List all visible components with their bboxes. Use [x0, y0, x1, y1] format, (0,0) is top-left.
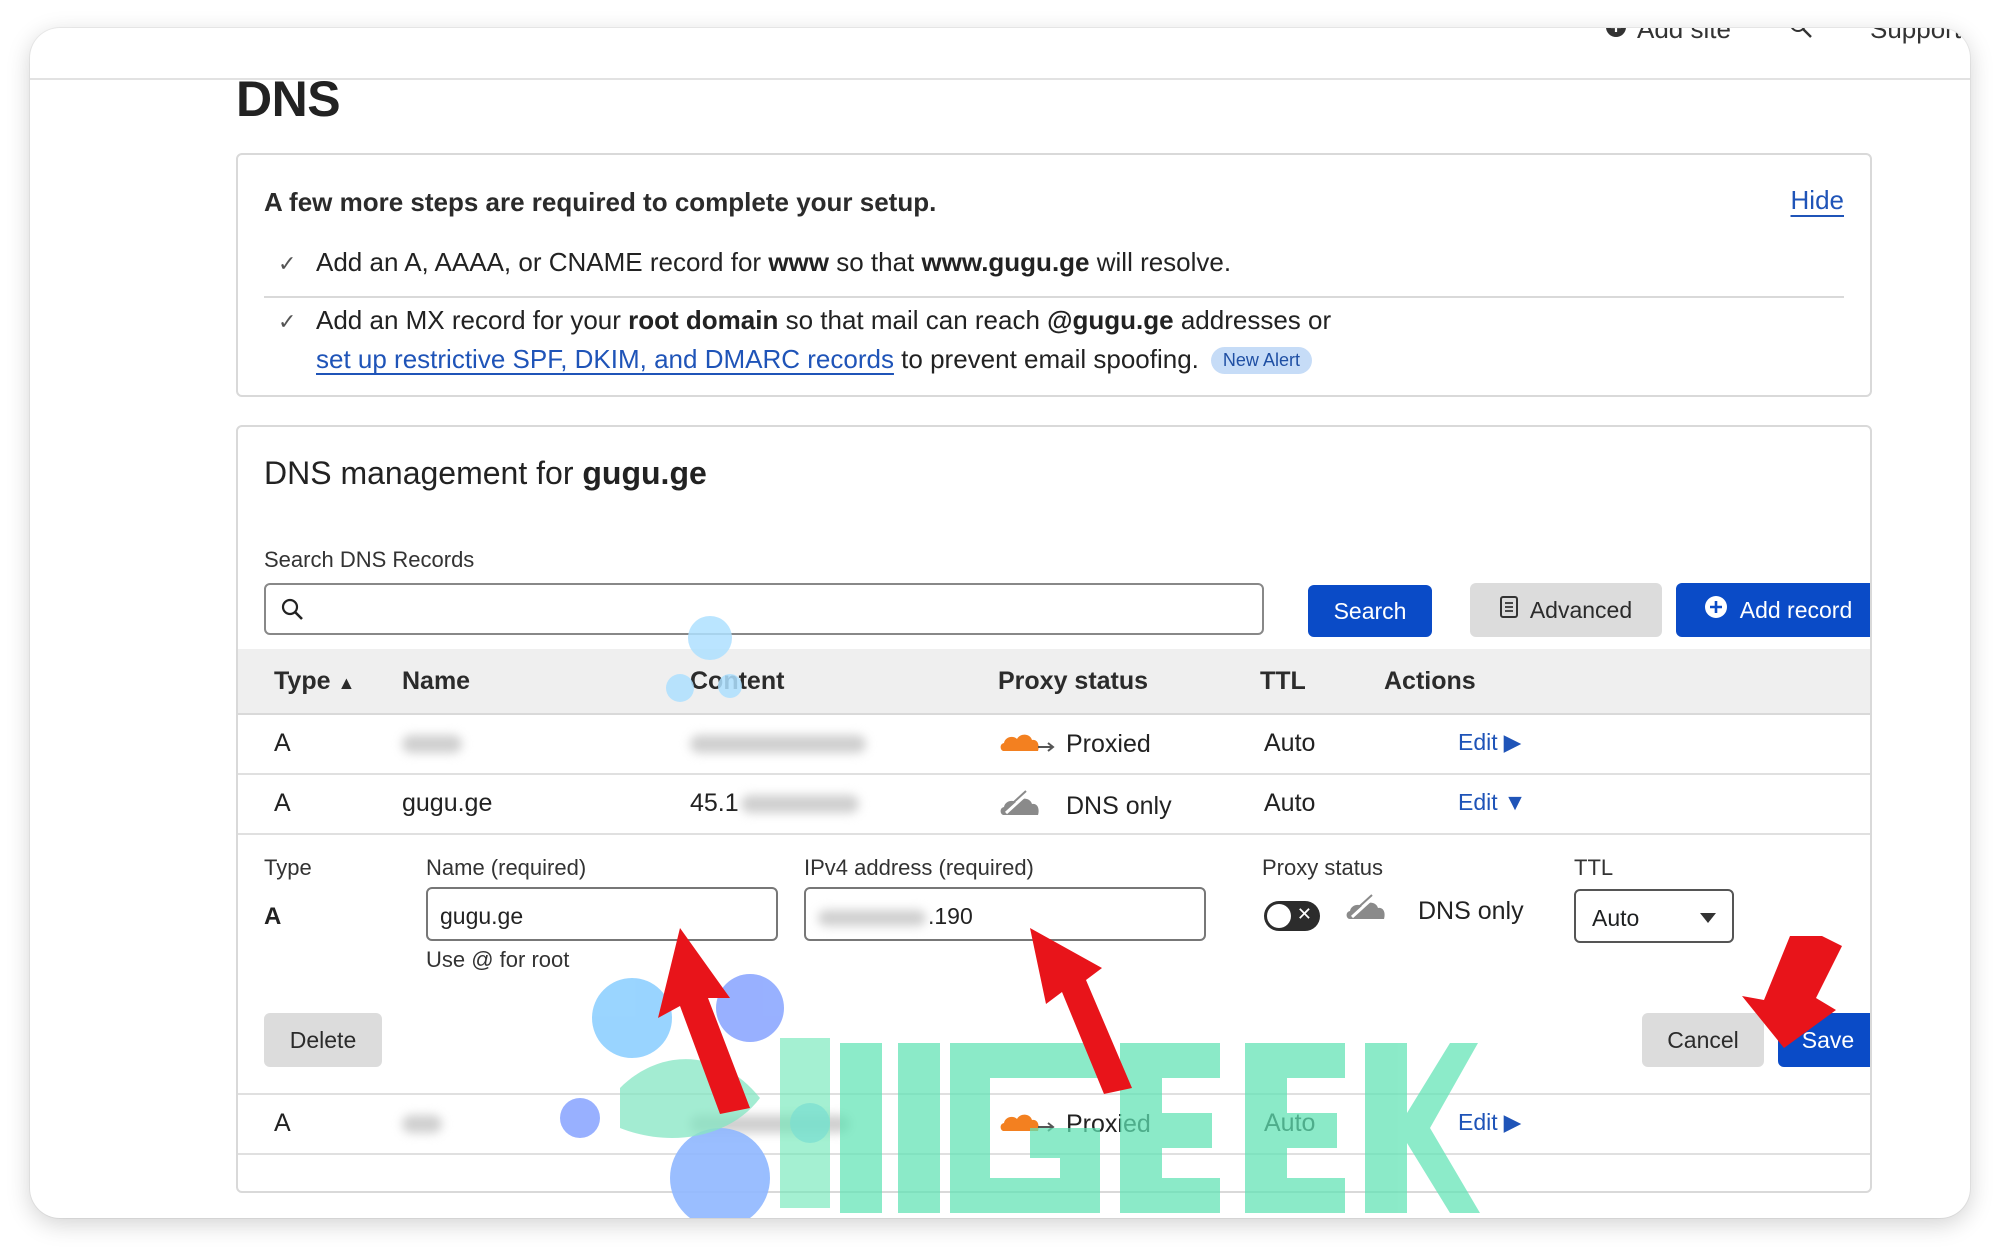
dns-management-title: DNS management for gugu.ge [264, 455, 707, 491]
check-icon: ✓ [278, 251, 297, 276]
column-proxy-status[interactable]: Proxy status [998, 667, 1148, 696]
record-proxy-status: Proxied [998, 1109, 1151, 1142]
type-label: Type [264, 855, 312, 880]
delete-button[interactable]: Delete [264, 1013, 382, 1067]
table-row: A Proxied Auto Edit ▶ [238, 715, 1870, 775]
record-name-redacted [402, 729, 462, 758]
search-button[interactable]: Search [1308, 585, 1432, 637]
proxied-cloud-icon [998, 729, 1056, 762]
dns-only-cloud-icon [1344, 891, 1400, 928]
proxy-toggle[interactable]: ✕ [1264, 901, 1320, 931]
table-row: A gugu.ge 45.1 DNS only Auto Edit ▼ [238, 775, 1870, 835]
proxied-cloud-icon [998, 1109, 1056, 1142]
ipv4-field[interactable]: .190 [804, 887, 1206, 941]
record-proxy-status: Proxied [998, 729, 1151, 762]
plus-circle-icon [1704, 595, 1728, 625]
record-type: A [274, 789, 291, 817]
proxy-status-label: Proxy status [1262, 855, 1384, 880]
record-ttl: Auto [1264, 1109, 1316, 1137]
search-icon[interactable] [1788, 28, 1814, 40]
record-content-redacted [690, 729, 866, 758]
record-name: gugu.ge [402, 789, 493, 817]
ttl-label: TTL [1574, 855, 1614, 880]
advanced-button[interactable]: Advanced [1470, 583, 1662, 637]
add-record-button[interactable]: Add record [1676, 583, 1870, 637]
record-content: 45.1 [690, 789, 859, 818]
column-actions: Actions [1384, 667, 1476, 695]
type-value: A [264, 903, 282, 930]
close-icon: ✕ [1296, 904, 1312, 924]
column-name[interactable]: Name [402, 667, 470, 696]
dns-only-cloud-icon [998, 789, 1056, 826]
record-ttl: Auto [1264, 729, 1316, 757]
edit-button[interactable]: Edit ▶ [1458, 729, 1521, 756]
page-title: DNS [236, 71, 341, 127]
app-window: Add site Support DNS A few more steps ar… [30, 28, 1970, 1218]
chevron-down-icon: ▼ [1503, 789, 1527, 815]
caret-down-icon [1700, 913, 1716, 923]
record-type: A [274, 729, 291, 757]
record-name-redacted [402, 1109, 442, 1138]
name-label: Name (required) [426, 855, 587, 880]
edit-button[interactable]: Edit ▶ [1458, 1109, 1521, 1136]
search-label: Search DNS Records [264, 547, 475, 572]
divider [264, 296, 1844, 298]
record-type: A [274, 1109, 291, 1137]
chevron-right-icon: ▶ [1503, 729, 1522, 755]
chevron-right-icon: ▶ [1503, 1109, 1522, 1135]
setup-step-mx-continued: set up restrictive SPF, DKIM, and DMARC … [316, 344, 1312, 375]
new-alert-badge: New Alert [1210, 347, 1312, 374]
setup-step-mx: ✓ Add an MX record for your root domain s… [278, 305, 1332, 335]
proxy-status-value: DNS only [1418, 897, 1524, 925]
annotation-arrow-save [1742, 936, 1842, 1048]
search-input[interactable] [264, 583, 1264, 635]
sort-ascending-icon: ▲ [337, 673, 356, 693]
ipv4-label: IPv4 address (required) [804, 855, 1034, 880]
document-icon [1499, 596, 1518, 624]
check-icon: ✓ [278, 309, 297, 334]
annotation-arrow-name [658, 928, 750, 1114]
add-site-link[interactable]: Add site [1605, 28, 1731, 45]
plus-circle-icon [1605, 28, 1627, 45]
annotation-arrow-ip [1030, 928, 1132, 1094]
support-link[interactable]: Support [1870, 28, 1961, 45]
column-type[interactable]: Type ▲ [274, 667, 355, 696]
spf-dkim-dmarc-link[interactable]: set up restrictive SPF, DKIM, and DMARC … [316, 344, 894, 374]
table-row: A Proxied Auto Edit ▶ [238, 1095, 1870, 1155]
search-icon [280, 597, 306, 628]
hide-link[interactable]: Hide [1791, 185, 1844, 216]
setup-heading: A few more steps are required to complet… [264, 187, 937, 217]
record-proxy-status: DNS only [998, 789, 1172, 826]
edit-button[interactable]: Edit ▼ [1458, 789, 1526, 816]
ttl-select[interactable]: Auto [1574, 889, 1734, 943]
column-content[interactable]: Content [690, 667, 784, 696]
table-header: Type ▲ Name Content Proxy status TTL Act… [238, 649, 1870, 715]
setup-notice: A few more steps are required to complet… [236, 153, 1872, 397]
setup-step-www: ✓ Add an A, AAAA, or CNAME record for www… [278, 247, 1232, 277]
record-ttl: Auto [1264, 789, 1316, 817]
name-hint: Use @ for root [426, 947, 570, 972]
column-ttl[interactable]: TTL [1260, 667, 1306, 696]
